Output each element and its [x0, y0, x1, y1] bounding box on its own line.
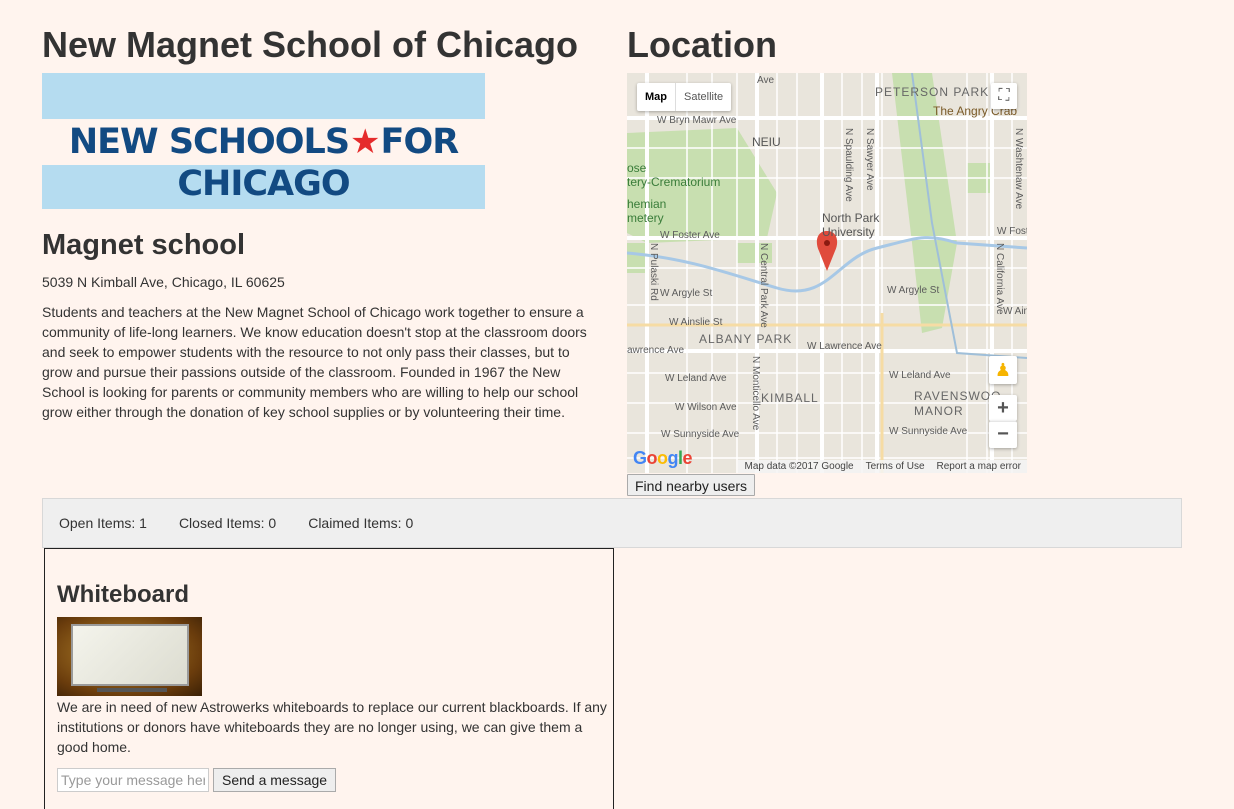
map-label-north-park: North Park: [822, 211, 880, 225]
map-label-bryn-mawr: W Bryn Mawr Ave: [657, 115, 737, 126]
map-type-satellite[interactable]: Satellite: [676, 83, 731, 111]
find-nearby-users-button[interactable]: Find nearby users: [627, 474, 756, 496]
school-type-heading: Magnet school: [42, 229, 246, 261]
map-label-rose: ose: [627, 161, 647, 175]
report-map-error-link[interactable]: Report a map error: [937, 461, 1021, 472]
item-title: Whiteboard: [57, 581, 189, 608]
map-label-pulaski: N Pulaski Rd: [648, 243, 659, 301]
logo-text-left: NEW SCHOOLS: [68, 122, 350, 162]
map-label-leland-right: W Leland Ave: [889, 370, 951, 381]
map-data-credit: Map data ©2017 Google: [744, 461, 854, 472]
map-label-wilson: W Wilson Ave: [675, 402, 737, 413]
map-label-sunnyside-right: W Sunnyside Ave: [889, 426, 968, 437]
map-type-map[interactable]: Map: [637, 83, 676, 111]
star-icon: ★: [350, 122, 381, 162]
school-logo: NEW SCHOOLS★FOR CHICAGO: [42, 73, 485, 209]
map-label-albany-park: ALBANY PARK: [699, 332, 793, 346]
map-attribution: Map data ©2017 Google Terms of Use Repor…: [738, 460, 1027, 473]
map-label-ainslie: W Ainslie St: [669, 317, 723, 328]
map-label-hemian: hemian: [627, 197, 667, 211]
location-title: Location: [627, 24, 777, 65]
map-label-lawrence-left: awrence Ave: [627, 345, 685, 356]
item-description: We are in need of new Astrowerks whitebo…: [57, 699, 607, 755]
map-label-w-ain: W Ain: [1003, 306, 1027, 317]
zoom-in-button[interactable]: +: [989, 395, 1017, 421]
send-message-button[interactable]: Send a message: [213, 768, 337, 792]
fullscreen-icon[interactable]: ⛶: [991, 83, 1017, 109]
map-label-crematorium: tery-Crematorium: [627, 175, 721, 189]
map-label-monticello: N Monticello Ave: [750, 356, 761, 431]
google-logo: Google: [633, 448, 693, 468]
message-input[interactable]: [57, 768, 209, 792]
item-stats-bar: Open Items: 1 Closed Items: 0 Claimed It…: [42, 498, 1182, 548]
map-label-sawyer: N Sawyer Ave: [864, 128, 875, 191]
map-label-central-park: N Central Park Ave: [758, 243, 769, 328]
zoom-out-button[interactable]: −: [989, 421, 1017, 448]
map-label-washtenaw: N Washtenaw Ave: [1013, 128, 1024, 210]
map-label-argyle-left: W Argyle St: [660, 288, 713, 299]
item-card: Whiteboard We are in need of new Astrowe…: [44, 548, 614, 809]
map-label-ave-top: Ave: [757, 75, 775, 86]
item-image: [57, 617, 202, 696]
map-label-spaulding: N Spaulding Ave: [843, 128, 854, 202]
pegman-icon[interactable]: ♟: [989, 356, 1017, 384]
map-label-sunnyside-left: W Sunnyside Ave: [661, 429, 740, 440]
map-label-foster-right: W Fost: [997, 226, 1027, 237]
map-type-control: Map Satellite: [637, 83, 732, 111]
closed-items-count: Closed Items: 0: [178, 515, 277, 531]
map-label-neiu: NEIU: [752, 135, 781, 149]
map-label-leland-left: W Leland Ave: [665, 373, 727, 384]
school-address: 5039 N Kimball Ave, Chicago, IL 60625: [42, 274, 285, 290]
open-items-count: Open Items: 1: [59, 515, 147, 531]
school-description: Students and teachers at the New Magnet …: [42, 304, 587, 420]
map-label-argyle-right: W Argyle St: [887, 285, 940, 296]
map-label-manor: MANOR: [914, 404, 964, 418]
map-label-university: University: [822, 225, 875, 239]
claimed-items-count: Claimed Items: 0: [308, 515, 414, 531]
map-label-california: N California Ave: [994, 243, 1005, 315]
map-label-metery: metery: [627, 211, 664, 225]
location-map[interactable]: Map Satellite PETERSON PARK The Angry Cr…: [627, 73, 1027, 473]
terms-of-use-link[interactable]: Terms of Use: [866, 461, 925, 472]
map-label-lawrence-mid: W Lawrence Ave: [807, 341, 882, 352]
map-label-peterson-park: PETERSON PARK: [875, 85, 990, 99]
map-label-foster-left: W Foster Ave: [660, 230, 720, 241]
map-label-kimball: KIMBALL: [761, 391, 819, 405]
page-title: New Magnet School of Chicago: [42, 24, 579, 65]
